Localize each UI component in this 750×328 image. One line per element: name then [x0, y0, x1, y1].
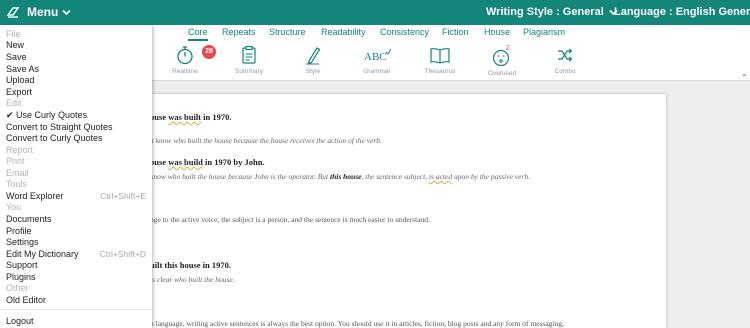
tab-consistency[interactable]: Consistency	[380, 27, 429, 37]
menu-item-print[interactable]: Print	[6, 156, 25, 166]
doc-line-1: ouse was built in 1970.	[150, 112, 232, 122]
tool-combo[interactable]: Combo	[535, 45, 595, 75]
tab-fiction[interactable]: Fiction	[442, 27, 469, 37]
doc-line-8: h language, writing active sentences is …	[150, 319, 564, 328]
menu-item-plugins[interactable]: Plugins	[6, 272, 36, 282]
menu-header-other: Other	[6, 283, 29, 293]
tab-structure[interactable]: Structure	[269, 27, 306, 37]
menu-item-convert-straight[interactable]: Convert to Straight Quotes	[6, 122, 113, 132]
tab-house[interactable]: House	[484, 27, 510, 37]
menu-header-edit: Edit	[6, 98, 22, 108]
menu-item-save-as[interactable]: Save As	[6, 64, 39, 74]
menu-item-word-explorer[interactable]: Word Explorer	[6, 191, 63, 201]
menu-item-convert-curly[interactable]: Convert to Curly Quotes	[6, 133, 103, 143]
menu-divider	[0, 309, 152, 310]
doc-line-6: uilt this house in 1970.	[150, 260, 232, 270]
doc-line-5: nge to the active voice, the subject is …	[150, 215, 430, 224]
tool-style-label: Style	[305, 68, 321, 75]
menu-item-logout[interactable]: Logout	[6, 316, 34, 326]
doc-line-7: is clear who built the house.	[150, 275, 235, 284]
tool-grammar[interactable]: ABC Grammar	[347, 45, 407, 75]
shortcut-edit-dictionary: Ctrl+Shift+D	[99, 249, 146, 259]
menu-label: Menu	[27, 5, 59, 19]
tool-grammar-label: Grammar	[363, 68, 391, 75]
tab-bar: Core Repeats Structure Readability Consi…	[152, 25, 750, 42]
realtime-count-badge: 28	[202, 45, 216, 59]
top-bar: Menu Writing Style : General Language : …	[0, 0, 750, 25]
svg-text:ABC: ABC	[364, 51, 387, 63]
menu-item-documents[interactable]: Documents	[6, 214, 52, 224]
chevron-down-icon	[62, 9, 71, 15]
menu-item-profile[interactable]: Profile	[6, 226, 32, 236]
language-dropdown[interactable]: Language : English General	[614, 6, 750, 18]
tool-summary-label: Summary	[235, 68, 263, 75]
tools-row: Realtime Summary Style ABC Grammar Thesa…	[152, 42, 750, 81]
doc-line-4: know who built the house because John is…	[150, 172, 530, 181]
menu-item-use-curly-quotes[interactable]: ✔ Use Curly Quotes	[6, 110, 87, 121]
pen-icon	[306, 47, 321, 65]
writing-style-dropdown[interactable]: Writing Style : General	[486, 6, 618, 18]
doc-line-2: 't know who built the house because the …	[150, 136, 382, 145]
menu-item-new[interactable]: New	[6, 40, 24, 50]
menu-item-upload[interactable]: Upload	[6, 75, 35, 85]
clipboard-icon	[242, 45, 256, 64]
tool-style[interactable]: Style	[283, 45, 343, 75]
language-label: Language : English General	[614, 6, 750, 18]
passive-highlight: was build	[168, 157, 203, 167]
tool-summary[interactable]: Summary	[219, 45, 279, 75]
menu-item-save[interactable]: Save	[6, 52, 27, 62]
tab-repeats[interactable]: Repeats	[222, 27, 256, 37]
tool-thesaurus[interactable]: Thesaurus	[410, 45, 470, 75]
tab-core[interactable]: Core	[188, 27, 208, 41]
logo-icon	[6, 7, 20, 18]
document-page[interactable]: ouse was built in 1970. 't know who buil…	[150, 94, 666, 328]
tool-realtime-label: Realtime	[172, 68, 198, 75]
menu-item-export[interactable]: Export	[6, 87, 32, 97]
svg-text:Z: Z	[506, 46, 510, 52]
tab-readability[interactable]: Readability	[321, 27, 366, 37]
passive-highlight: is acted	[428, 172, 453, 181]
sleepy-face-icon: Z	[492, 46, 510, 67]
menu-item-settings[interactable]: Settings	[6, 237, 39, 247]
menu-item-old-editor[interactable]: Old Editor	[6, 295, 46, 305]
menu-item-support[interactable]: Support	[6, 260, 38, 270]
menu-item-email[interactable]: Email	[6, 168, 29, 178]
shuffle-icon	[558, 48, 573, 62]
tab-plagiarism[interactable]: Plagiarism	[523, 27, 565, 37]
menu-item-edit-dictionary[interactable]: Edit My Dictionary	[6, 249, 79, 259]
shortcut-word-explorer: Ctrl+Shift+E	[100, 191, 146, 201]
tool-overused-label: Overused	[487, 70, 517, 77]
tool-overused[interactable]: Z Overused	[472, 45, 532, 77]
writing-style-label: Writing Style : General	[486, 6, 604, 18]
tool-combo-label: Combo	[554, 68, 576, 75]
main-menu-dropdown: File New Save Save As Upload Export Edit…	[0, 25, 152, 328]
menu-button[interactable]: Menu	[27, 5, 71, 19]
passive-highlight: was built	[168, 112, 202, 122]
stopwatch-icon	[177, 46, 193, 65]
abc-check-icon: ABC	[364, 48, 392, 63]
book-icon	[430, 48, 450, 64]
menu-header-you: You	[6, 202, 22, 212]
doc-line-3: ouse was build in 1970 by John.	[150, 157, 265, 167]
tool-thesaurus-label: Thesaurus	[424, 68, 456, 75]
menu-header-file: File	[6, 29, 21, 39]
menu-header-tools: Tools	[6, 179, 28, 189]
menu-header-report: Report	[6, 145, 34, 155]
collapse-caret-icon[interactable]: ⌃	[741, 73, 748, 82]
